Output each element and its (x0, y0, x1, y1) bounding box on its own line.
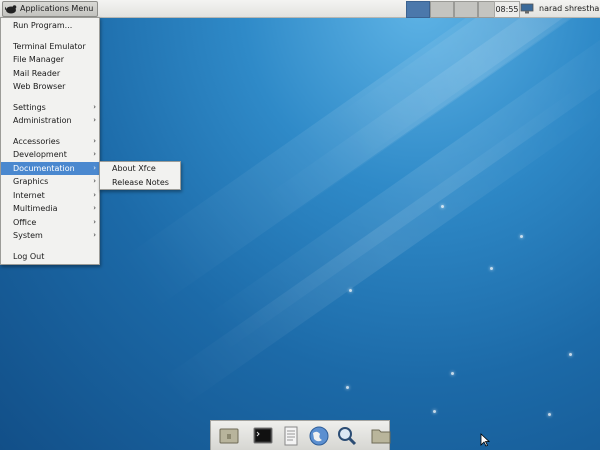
menu-item-web-browser[interactable]: Web Browser (1, 80, 99, 94)
menu-item-label: File Manager (13, 55, 64, 64)
menu-item-development[interactable]: Development › (1, 148, 99, 162)
menu-item-documentation[interactable]: Documentation › (1, 161, 99, 175)
user-display-icon[interactable] (520, 3, 534, 14)
menu-item-accessories[interactable]: Accessories › (1, 135, 99, 149)
menu-item-label: Run Program... (13, 21, 73, 30)
submenu-arrow-icon: › (93, 190, 96, 199)
submenu-arrow-icon: › (93, 136, 96, 145)
menu-item-label: System (13, 231, 43, 240)
submenu-arrow-icon: › (93, 204, 96, 212)
documentation-submenu: About Xfce Release Notes (99, 161, 181, 190)
menu-separator (1, 128, 99, 135)
bottom-dock (210, 420, 392, 450)
menu-item-label: Documentation (13, 163, 75, 173)
menu-item-settings[interactable]: Settings › (1, 101, 99, 115)
menu-item-graphics[interactable]: Graphics › (1, 175, 99, 189)
submenu-arrow-icon: › (93, 177, 96, 185)
terminal-icon[interactable] (252, 425, 274, 447)
workspace-1[interactable] (406, 1, 430, 18)
submenu-arrow-icon: › (93, 150, 96, 158)
menu-item-system[interactable]: System › (1, 229, 99, 243)
submenu-item-about-xfce[interactable]: About Xfce (100, 162, 180, 176)
menu-separator (1, 243, 99, 250)
submenu-arrow-icon: › (93, 116, 96, 124)
applications-menu-label: Applications Menu (20, 4, 94, 13)
submenu-arrow-icon: › (93, 231, 96, 239)
menu-item-label: Administration (13, 116, 72, 125)
menu-item-multimedia[interactable]: Multimedia › (1, 202, 99, 216)
menu-item-administration[interactable]: Administration › (1, 114, 99, 128)
menu-separator (1, 33, 99, 40)
applications-menu: Run Program... Terminal Emulator File Ma… (0, 17, 100, 265)
submenu-item-label: About Xfce (112, 164, 156, 173)
menu-item-label: Internet (13, 190, 45, 200)
app-finder-search-icon[interactable] (336, 425, 358, 447)
clock[interactable]: 08:55 (494, 1, 520, 18)
menu-item-label: Web Browser (13, 82, 66, 91)
menu-item-label: Multimedia (13, 204, 58, 213)
menu-item-label: Terminal Emulator (13, 41, 86, 51)
menu-separator (1, 94, 99, 101)
workspace-switcher (406, 1, 502, 18)
workspace-3[interactable] (454, 1, 478, 18)
menu-item-file-manager[interactable]: File Manager (1, 53, 99, 67)
workspace-2[interactable] (430, 1, 454, 18)
menu-item-label: Settings (13, 102, 46, 112)
menu-item-label: Accessories (13, 136, 60, 146)
menu-item-internet[interactable]: Internet › (1, 189, 99, 203)
menu-item-mail-reader[interactable]: Mail Reader (1, 67, 99, 81)
user-name[interactable]: narad shrestha (539, 2, 599, 15)
file-manager-folder-icon[interactable] (370, 425, 392, 447)
menu-item-log-out[interactable]: Log Out (1, 250, 99, 264)
submenu-arrow-icon: › (93, 102, 96, 111)
xfce-mouse-icon (4, 4, 17, 14)
menu-item-label: Mail Reader (13, 68, 61, 78)
menu-item-label: Development (13, 150, 67, 159)
applications-menu-button[interactable]: Applications Menu (2, 0, 99, 17)
mouse-pointer-icon (480, 433, 491, 447)
text-editor-icon[interactable] (280, 425, 302, 447)
top-panel: Applications Menu 08:55 narad shrestha (0, 0, 600, 18)
menu-item-label: Office (13, 217, 37, 227)
menu-item-office[interactable]: Office › (1, 216, 99, 230)
menu-item-label: Log Out (13, 251, 45, 261)
menu-item-label: Graphics (13, 177, 49, 186)
show-desktop-icon[interactable] (218, 425, 240, 447)
submenu-arrow-icon: › (93, 163, 96, 172)
submenu-arrow-icon: › (93, 217, 96, 226)
menu-item-run-program[interactable]: Run Program... (1, 19, 99, 33)
menu-item-terminal-emulator[interactable]: Terminal Emulator (1, 40, 99, 54)
submenu-item-label: Release Notes (112, 177, 169, 187)
web-browser-icon[interactable] (308, 425, 330, 447)
submenu-item-release-notes[interactable]: Release Notes (100, 176, 180, 190)
